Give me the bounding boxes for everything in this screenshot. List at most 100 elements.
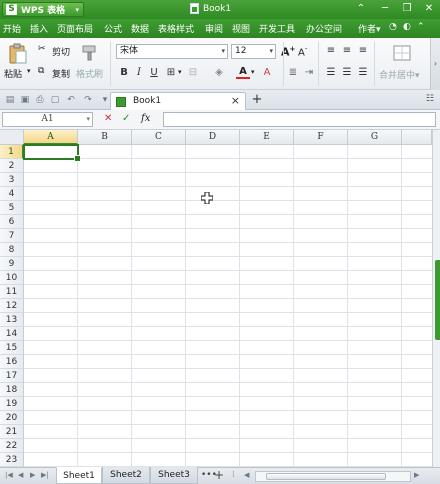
menu-formulas[interactable]: 公式 xyxy=(104,22,122,35)
row-header[interactable]: 9 xyxy=(0,257,24,271)
row-header[interactable]: 6 xyxy=(0,215,24,229)
fill-color-icon[interactable]: ◈ xyxy=(212,66,226,80)
underline-button[interactable]: U xyxy=(147,66,161,80)
spreadsheet-grid[interactable]: A B C D E F G 1 2 3 4 5 6 7 8 9 10 11 12… xyxy=(0,130,432,467)
menu-office-space[interactable]: 办公空间 xyxy=(306,22,342,35)
italic-button[interactable]: I xyxy=(132,66,146,80)
merge-style-icon[interactable]: ⊟ xyxy=(186,66,200,80)
align-bottom-icon[interactable]: ≡ xyxy=(356,44,370,58)
column-header-f[interactable]: F xyxy=(294,130,348,145)
name-box[interactable]: A1 ▾ xyxy=(2,112,93,127)
row-header[interactable]: 22 xyxy=(0,439,24,453)
vertical-scrollbar[interactable] xyxy=(432,130,440,467)
confirm-icon[interactable]: ✓ xyxy=(122,113,130,124)
prev-sheet-icon[interactable]: ◀ xyxy=(18,471,23,479)
row-header[interactable]: 5 xyxy=(0,201,24,215)
column-header-d[interactable]: D xyxy=(186,130,240,145)
row-header[interactable]: 3 xyxy=(0,173,24,187)
close-tab-icon[interactable]: × xyxy=(231,94,240,107)
row-header[interactable]: 20 xyxy=(0,411,24,425)
menu-data[interactable]: 数据 xyxy=(131,22,149,35)
row-header[interactable]: 4 xyxy=(0,187,24,201)
save-icon[interactable]: ▣ xyxy=(19,94,31,106)
sheet-tab-sheet3[interactable]: Sheet3 xyxy=(150,467,198,484)
row-header[interactable]: 17 xyxy=(0,369,24,383)
copy-button[interactable]: 复制 xyxy=(52,67,70,80)
row-header[interactable]: 19 xyxy=(0,397,24,411)
maximize-button[interactable]: ❐ xyxy=(396,1,418,17)
skin-icon[interactable]: ◐ xyxy=(403,22,411,32)
chevron-down-icon[interactable]: ▾ xyxy=(178,68,182,76)
tab-list-icon[interactable]: ☷ xyxy=(426,94,434,104)
column-header-c[interactable]: C xyxy=(132,130,186,145)
row-header[interactable]: 16 xyxy=(0,355,24,369)
horizontal-scroll-thumb[interactable] xyxy=(266,473,386,480)
indent-icon[interactable]: ⇥ xyxy=(302,66,316,80)
active-cell-a1[interactable] xyxy=(23,144,81,162)
chevron-down-icon[interactable]: ▾ xyxy=(251,68,255,76)
row-header[interactable]: 8 xyxy=(0,243,24,257)
border-icon[interactable]: ⊞ xyxy=(164,66,178,80)
scroll-right-icon[interactable]: ▶ xyxy=(414,471,419,479)
font-name-select[interactable]: 宋体 ▾ xyxy=(116,44,228,59)
last-sheet-icon[interactable]: ▶| xyxy=(41,471,49,479)
column-header-b[interactable]: B xyxy=(78,130,132,145)
align-top-icon[interactable]: ≡ xyxy=(324,44,338,58)
column-header-a[interactable]: A xyxy=(24,130,78,145)
menu-view[interactable]: 视图 xyxy=(232,22,250,35)
print-icon[interactable]: ⎙ xyxy=(34,94,46,106)
splitter-icon[interactable]: ⁞ xyxy=(232,470,235,480)
author-menu[interactable]: 作者▾ xyxy=(358,22,381,35)
horizontal-scrollbar[interactable] xyxy=(255,471,411,482)
sheet-tab-sheet2[interactable]: Sheet2 xyxy=(102,467,150,484)
menu-table-style[interactable]: 表格样式 xyxy=(158,22,194,35)
menu-page-layout[interactable]: 页面布局 xyxy=(57,22,93,35)
format-painter-button[interactable]: 格式刷 xyxy=(76,67,103,80)
redo-icon[interactable]: ↷ xyxy=(82,94,94,106)
font-size-select[interactable]: 12 ▾ xyxy=(231,44,276,59)
align-center-icon[interactable]: ☰ xyxy=(340,66,354,80)
row-header[interactable]: 11 xyxy=(0,285,24,299)
chevron-up-icon[interactable]: ⌃ xyxy=(417,22,425,32)
open-icon[interactable]: ▤ xyxy=(4,94,16,106)
cancel-icon[interactable]: ✕ xyxy=(104,113,112,124)
row-header[interactable]: 1 xyxy=(0,145,24,159)
column-header-partial[interactable] xyxy=(402,130,432,145)
cut-button[interactable]: 剪切 xyxy=(52,45,70,58)
wrap-text-icon[interactable]: ≣ xyxy=(286,66,300,80)
add-sheet-button[interactable]: + xyxy=(214,468,224,482)
clear-format-icon[interactable]: A xyxy=(260,66,274,80)
merge-cells-icon[interactable] xyxy=(393,44,411,62)
help-icon[interactable]: ◔ xyxy=(389,22,397,32)
chevron-down-icon[interactable]: ▾ xyxy=(27,67,31,75)
insert-function-icon[interactable]: fx xyxy=(141,113,150,124)
formula-input[interactable] xyxy=(163,112,436,127)
ribbon-collapse-icon[interactable]: ⌃ xyxy=(350,1,372,17)
menu-review[interactable]: 审阅 xyxy=(205,22,223,35)
paste-icon[interactable] xyxy=(8,43,28,65)
row-header[interactable]: 10 xyxy=(0,271,24,285)
row-header[interactable]: 15 xyxy=(0,341,24,355)
app-menu-button[interactable]: S WPS 表格 ▾ xyxy=(2,2,84,17)
align-left-icon[interactable]: ☰ xyxy=(324,66,338,80)
new-tab-button[interactable]: + xyxy=(250,92,264,108)
scroll-left-icon[interactable]: ◀ xyxy=(244,471,249,479)
align-right-icon[interactable]: ☰ xyxy=(356,66,370,80)
cell-area[interactable] xyxy=(24,145,432,467)
row-header[interactable]: 13 xyxy=(0,313,24,327)
undo-icon[interactable]: ↶ xyxy=(65,94,77,106)
sheet-tab-sheet1[interactable]: Sheet1 xyxy=(56,467,102,484)
font-color-icon[interactable]: A xyxy=(236,65,250,79)
side-panel-handle[interactable] xyxy=(435,260,440,340)
ribbon-scroll-right-icon[interactable]: › xyxy=(430,38,440,90)
next-sheet-icon[interactable]: ▶ xyxy=(30,471,35,479)
column-header-e[interactable]: E xyxy=(240,130,294,145)
document-tab[interactable]: Book1 × xyxy=(110,92,246,110)
select-all-corner[interactable] xyxy=(0,130,24,145)
decrease-font-icon[interactable]: A- xyxy=(298,45,307,58)
merge-center-button[interactable]: 合并居中▾ xyxy=(379,68,420,81)
menu-developer[interactable]: 开发工具 xyxy=(259,22,295,35)
column-header-g[interactable]: G xyxy=(348,130,402,145)
menu-insert[interactable]: 插入 xyxy=(30,22,48,35)
format-painter-icon[interactable] xyxy=(80,44,98,62)
